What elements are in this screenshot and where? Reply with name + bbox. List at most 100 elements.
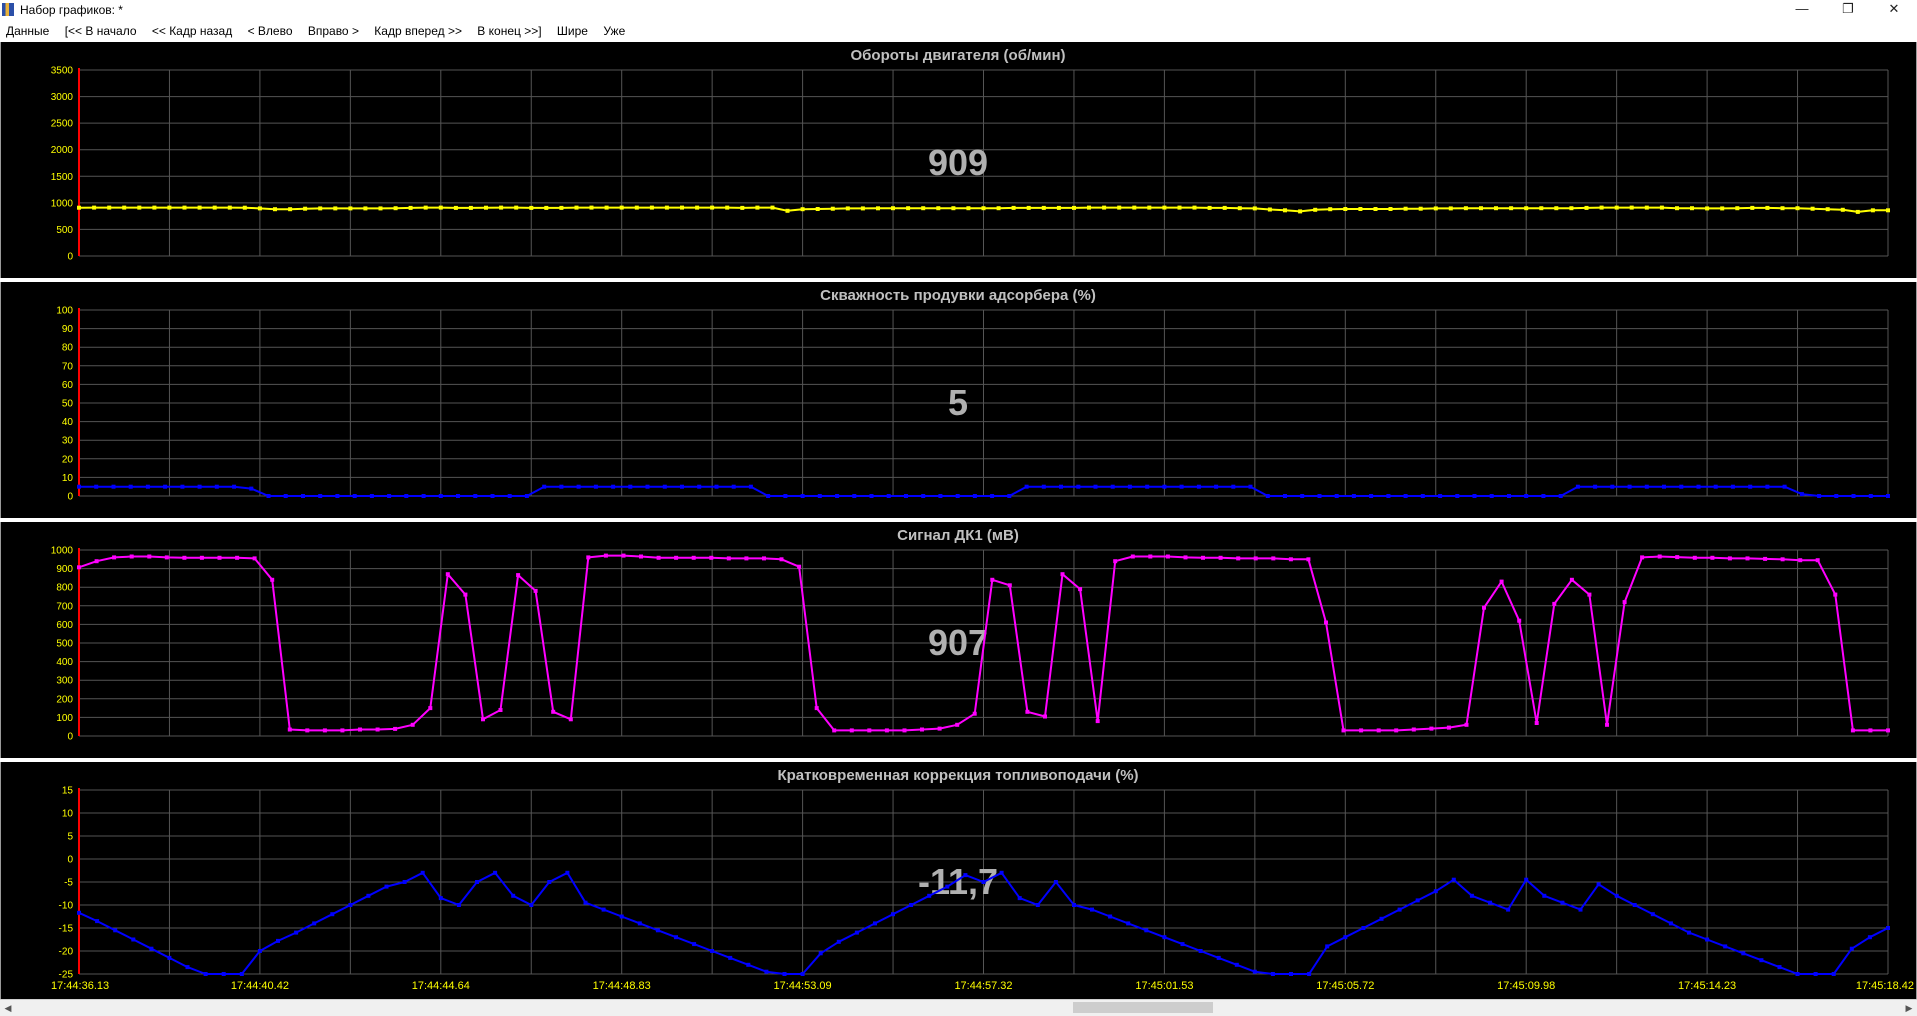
minimize-button[interactable]: — (1779, 0, 1825, 20)
data-point (656, 555, 661, 560)
data-point (909, 903, 914, 907)
restore-button[interactable]: ❐ (1825, 0, 1871, 20)
data-point (1041, 484, 1046, 489)
data-point (507, 494, 512, 498)
y-tick-label: 0 (67, 855, 73, 866)
data-point (1605, 722, 1609, 727)
data-point (1710, 555, 1715, 560)
scroll-left-arrow-icon[interactable]: ◀ (0, 1000, 16, 1016)
y-tick-label: 70 (62, 361, 74, 372)
data-point (891, 912, 895, 917)
grid (78, 309, 1889, 497)
data-point (294, 930, 299, 935)
y-tick-label: 1500 (51, 172, 74, 183)
data-point (1539, 206, 1544, 211)
data-point (628, 484, 633, 489)
horizontal-scrollbar[interactable]: ◀ ▶ (0, 999, 1917, 1016)
scroll-thumb[interactable] (1073, 1002, 1213, 1013)
menu-frame-forward[interactable]: Кадр вперед >> (368, 20, 468, 42)
y-tick-label: 100 (56, 306, 73, 317)
data-point (1584, 205, 1589, 210)
data-point (1587, 592, 1592, 597)
menu-go-start[interactable]: [<< В начало (59, 20, 143, 42)
data-point (891, 206, 895, 211)
data-point (378, 206, 383, 211)
menu-frame-back[interactable]: << Кадр назад (146, 20, 238, 42)
data-point (438, 494, 443, 498)
data-point (1072, 205, 1076, 210)
data-point (1831, 972, 1836, 976)
data-point (421, 494, 426, 498)
data-point (1248, 484, 1253, 489)
x-tick-label: 17:45:09.98 (1497, 980, 1555, 992)
scroll-right-arrow-icon[interactable]: ▶ (1901, 1000, 1917, 1016)
data-point (1867, 935, 1872, 940)
data-point (221, 972, 226, 976)
data-point (1748, 484, 1753, 489)
data-point (1025, 709, 1030, 714)
data-point (94, 559, 99, 564)
data-point (764, 969, 769, 974)
data-point (1429, 726, 1434, 731)
data-point (680, 484, 684, 489)
data-point (725, 205, 730, 210)
data-point (836, 939, 841, 944)
menu-right[interactable]: Вправо > (302, 20, 365, 42)
y-tick-label: -15 (59, 924, 74, 935)
data-point (375, 727, 380, 732)
data-point (1283, 494, 1287, 498)
data-point (797, 564, 802, 569)
data-point (936, 206, 941, 211)
data-point (1614, 205, 1619, 210)
data-point (335, 494, 340, 498)
data-point (1145, 484, 1150, 489)
data-point (77, 910, 81, 915)
y-tick-label: -10 (59, 901, 74, 912)
data-point (990, 577, 995, 582)
data-point (1126, 921, 1131, 926)
data-point (1231, 484, 1236, 489)
data-point (709, 555, 714, 560)
y-tick-label: 300 (56, 676, 73, 687)
data-point (604, 205, 609, 210)
data-point (149, 946, 154, 951)
menu-go-end[interactable]: В конец >>] (471, 20, 547, 42)
data-point (1815, 558, 1820, 563)
data-point (830, 206, 835, 211)
menu-zoom-out[interactable]: Шире (551, 20, 594, 42)
y-tick-label: 5 (67, 832, 73, 843)
chart-title: Скважность продувки адсорбера (%) (820, 287, 1096, 304)
y-tick-label: 800 (56, 583, 73, 594)
data-point (122, 205, 127, 210)
data-point (1886, 728, 1890, 733)
data-point (1313, 207, 1318, 212)
data-point (1307, 972, 1312, 976)
x-tick-label: 17:45:01.53 (1135, 980, 1193, 992)
data-point (1359, 728, 1364, 733)
data-point (1056, 205, 1061, 210)
data-point (1076, 484, 1081, 489)
data-point (1411, 727, 1416, 732)
data-point (257, 206, 262, 211)
data-point (565, 870, 570, 875)
data-point (1675, 555, 1680, 560)
menu-zoom-in[interactable]: Уже (597, 20, 631, 42)
data-point (1343, 207, 1348, 211)
close-button[interactable]: ✕ (1871, 0, 1917, 20)
data-point (358, 727, 362, 732)
data-point (1162, 935, 1167, 940)
data-point (649, 205, 654, 210)
data-point (996, 206, 1001, 211)
data-point (963, 873, 968, 878)
menu-left[interactable]: < Влево (242, 20, 299, 42)
data-point (423, 205, 428, 210)
menu-data[interactable]: Данные (0, 20, 55, 42)
data-point (1705, 937, 1710, 942)
data-point (129, 554, 134, 559)
data-point (972, 494, 977, 498)
y-tick-label: 400 (56, 657, 73, 668)
data-point (726, 556, 731, 561)
data-point (674, 555, 679, 560)
data-point (1162, 205, 1167, 210)
y-tick-label: 100 (56, 713, 73, 724)
